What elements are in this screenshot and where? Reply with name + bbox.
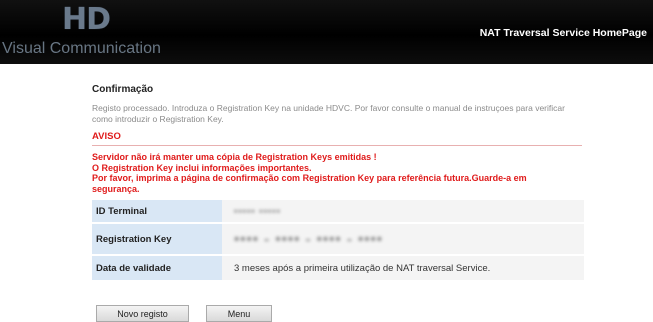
menu-button[interactable]: Menu [206,305,272,322]
warning-text: Servidor não irá manter uma cópia de Reg… [92,152,562,194]
warning-line: Por favor, imprima a página de confirmaç… [92,173,527,194]
table-row: Registration Key •••• - •••• - •••• - ••… [92,224,584,254]
warning-line: O Registration Key inclui informações im… [92,162,312,173]
registration-key-label: Registration Key [92,224,222,254]
redacted-registration-key: •••• - •••• - •••• - •••• [234,230,384,248]
terminal-id-label: ID Terminal [92,200,222,222]
new-registration-button[interactable]: Novo registo [96,305,189,322]
registration-info-table: ID Terminal ••••• ••••• Registration Key… [92,198,584,282]
table-row: Data de validade 3 meses após a primeira… [92,256,584,280]
header-bar: HD Visual Communication NAT Traversal Se… [0,0,653,64]
registration-key-value: •••• - •••• - •••• - •••• [222,224,584,254]
hd-logo: HD [62,2,111,37]
main-content: Confirmação Registo processado. Introduz… [92,84,584,282]
logo-subtitle: Visual Communication [2,40,161,57]
warning-title: AVISO [92,131,582,146]
confirmation-text: Registo processado. Introduza o Registra… [92,103,565,124]
validity-date-label: Data de validade [92,256,222,280]
redacted-terminal-id: ••••• ••••• [234,205,281,217]
warning-line: Servidor não irá manter uma cópia de Reg… [92,152,377,162]
nat-homepage-link[interactable]: NAT Traversal Service HomePage [480,27,647,39]
validity-date-value: 3 meses após a primeira utilização de NA… [222,256,584,280]
confirmation-title: Confirmação [92,84,154,95]
terminal-id-value: ••••• ••••• [222,200,584,222]
table-row: ID Terminal ••••• ••••• [92,200,584,222]
